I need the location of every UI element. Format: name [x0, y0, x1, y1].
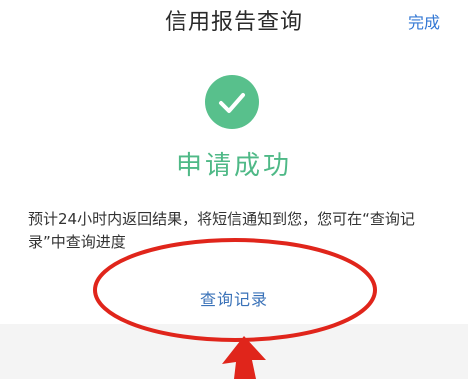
annotation-arrow-icon	[222, 336, 266, 379]
annotation-overlay	[93, 238, 377, 379]
annotation-ellipse	[93, 238, 377, 342]
